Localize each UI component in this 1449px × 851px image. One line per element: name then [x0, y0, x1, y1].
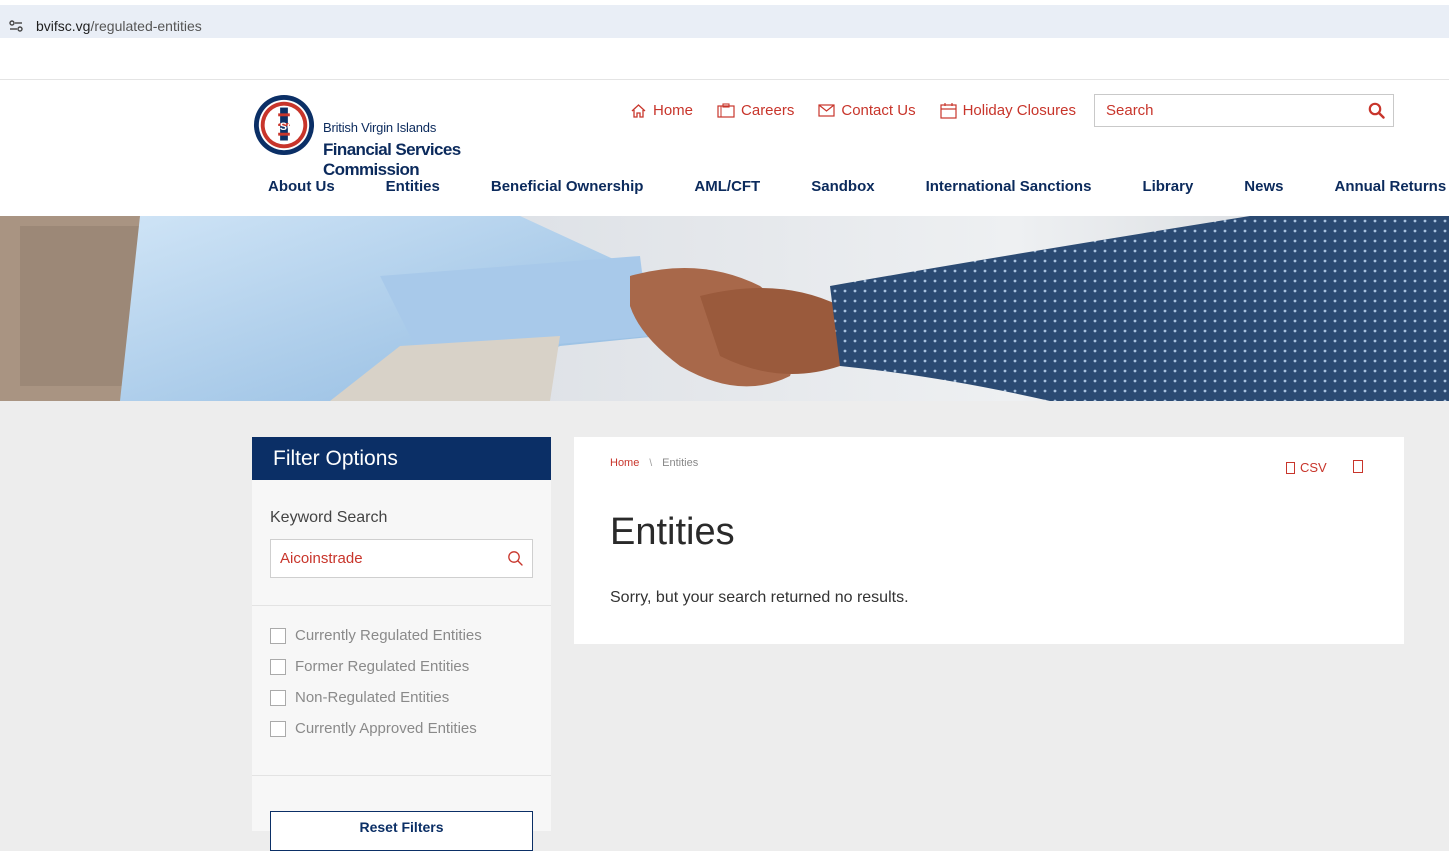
csv-label: CSV — [1300, 460, 1327, 475]
util-link-careers[interactable]: Careers — [717, 102, 794, 119]
print-icon[interactable] — [1353, 460, 1363, 473]
breadcrumb-current: Entities — [662, 457, 699, 469]
checkbox[interactable] — [270, 627, 286, 644]
nav-aml-cft[interactable]: AML/CFT — [694, 178, 760, 195]
checkbox[interactable] — [270, 689, 286, 706]
nav-international-sanctions[interactable]: International Sanctions — [926, 178, 1092, 195]
search-icon — [1368, 102, 1385, 119]
url-host: bvifsc.vg — [36, 18, 91, 34]
handshake-illustration — [0, 216, 1449, 401]
sidebar-divider — [252, 605, 551, 606]
checkbox-label: Currently Approved Entities — [295, 720, 477, 737]
site-search-input[interactable] — [1095, 95, 1377, 126]
nav-news[interactable]: News — [1244, 178, 1283, 195]
url-path: /regulated-entities — [90, 18, 202, 34]
file-icon — [1286, 461, 1295, 474]
results-panel: Home \ Entities CSV Entities Sorry, but … — [574, 437, 1404, 644]
keyword-search-label: Keyword Search — [270, 509, 388, 526]
checkbox-currently-approved[interactable]: Currently Approved Entities — [270, 720, 477, 737]
checkbox[interactable] — [270, 720, 286, 737]
nav-library[interactable]: Library — [1142, 178, 1193, 195]
site-header: FSC British Virgin Islands Financial Ser… — [0, 80, 1449, 216]
logo-line1: British Virgin Islands — [323, 120, 437, 135]
browser-spacer — [0, 46, 1449, 80]
keyword-search-input[interactable] — [271, 540, 514, 577]
util-link-label: Careers — [741, 102, 795, 119]
checkbox-label: Former Regulated Entities — [295, 658, 470, 675]
sidebar-divider — [252, 775, 551, 776]
hero-banner-handshake — [0, 216, 1449, 401]
fsc-seal-icon: FSC — [253, 94, 315, 156]
filter-sidebar: Filter Options Keyword Search Currently … — [252, 437, 551, 851]
util-link-label: Contact Us — [841, 102, 916, 119]
checkbox-label: Non-Regulated Entities — [295, 689, 450, 706]
checkbox[interactable] — [270, 658, 286, 675]
logo-line2: Financial Services Commission — [323, 140, 461, 179]
nav-entities[interactable]: Entities — [386, 178, 440, 195]
nav-beneficial-ownership[interactable]: Beneficial Ownership — [491, 178, 644, 195]
breadcrumb: Home \ Entities — [610, 457, 698, 469]
reset-filters-button[interactable]: Reset Filters — [270, 811, 533, 851]
util-link-label: Holiday Closures — [962, 102, 1076, 119]
no-results-message: Sorry, but your search returned no resul… — [610, 589, 909, 606]
site-search-button[interactable] — [1360, 95, 1393, 126]
checkbox-label: Currently Regulated Entities — [295, 627, 482, 644]
search-icon[interactable] — [507, 550, 524, 567]
util-link-holiday[interactable]: Holiday Closures — [939, 102, 1076, 119]
site-logo[interactable]: FSC British Virgin Islands Financial Ser… — [253, 94, 533, 179]
filter-options-heading: Filter Options — [252, 437, 551, 480]
keyword-search-field — [270, 539, 533, 578]
checkbox-currently-regulated[interactable]: Currently Regulated Entities — [270, 627, 482, 644]
breadcrumb-home[interactable]: Home — [610, 457, 639, 469]
home-icon — [631, 103, 646, 118]
envelope-icon — [818, 104, 835, 117]
util-link-home[interactable]: Home — [630, 102, 693, 119]
nav-sandbox[interactable]: Sandbox — [811, 178, 874, 195]
seal-text: FSC — [273, 121, 295, 133]
util-link-label: Home — [653, 102, 694, 119]
briefcase-icon — [717, 103, 735, 118]
calendar-icon — [939, 102, 957, 119]
checkbox-non-regulated[interactable]: Non-Regulated Entities — [270, 689, 449, 706]
nav-about-us[interactable]: About Us — [268, 178, 335, 195]
url-field[interactable]: bvifsc.vg/regulated-entities — [0, 5, 1449, 38]
utility-links: Home Careers Contact Us Holiday Closures — [630, 102, 1100, 119]
breadcrumb-separator: \ — [649, 457, 653, 469]
page-title: Entities — [610, 511, 735, 553]
csv-export-button[interactable]: CSV — [1286, 460, 1327, 475]
browser-address-bar: bvifsc.vg/regulated-entities — [0, 0, 1449, 46]
util-link-contact[interactable]: Contact Us — [818, 102, 916, 119]
main-nav: About Us Entities Beneficial Ownership A… — [268, 178, 1446, 195]
site-info-icon[interactable] — [8, 18, 24, 34]
nav-annual-returns[interactable]: Annual Returns — [1334, 178, 1446, 195]
site-search — [1094, 94, 1394, 127]
url-text[interactable]: bvifsc.vg/regulated-entities — [36, 18, 202, 34]
checkbox-former-regulated[interactable]: Former Regulated Entities — [270, 658, 469, 675]
